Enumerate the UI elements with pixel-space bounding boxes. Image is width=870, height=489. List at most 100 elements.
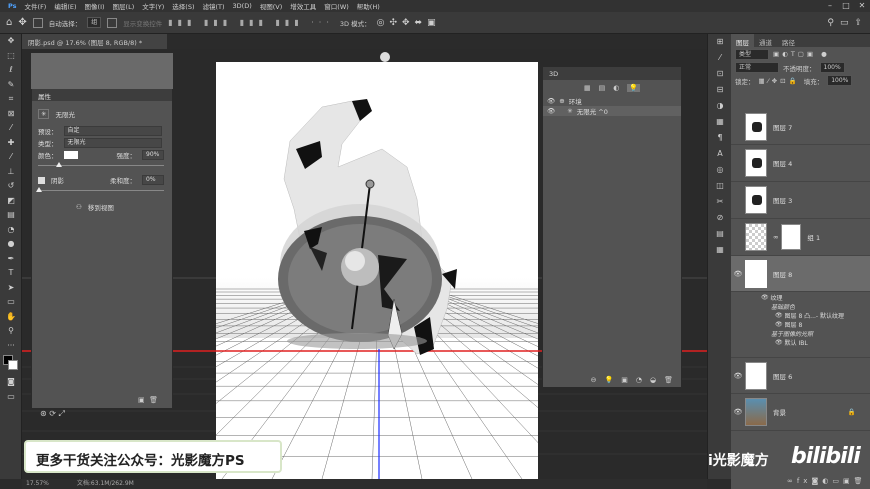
add-light-icon[interactable]: 💡 xyxy=(605,376,614,384)
link-layers-icon[interactable]: ∞ xyxy=(787,477,797,485)
intensity-slider[interactable] xyxy=(38,162,164,167)
eye-icon[interactable]: 👁 xyxy=(547,97,555,105)
tab-layers[interactable]: 图层 xyxy=(731,34,754,47)
share-icon[interactable]: ⇪ xyxy=(854,18,862,28)
more-tools-icon[interactable]: ··· xyxy=(0,339,22,354)
menu-select[interactable]: 选择(S) xyxy=(168,1,198,11)
light-icon[interactable]: ✳ xyxy=(38,109,50,119)
type-dropdown[interactable]: 无限光 xyxy=(63,138,162,148)
3d-item-environment[interactable]: 👁 ⊕ 环境 xyxy=(543,96,681,106)
layer-row-selected[interactable]: 👁 图层 8 xyxy=(731,256,870,292)
hand-icon[interactable]: ✋ xyxy=(0,310,22,325)
layer-row[interactable]: 图层 7 xyxy=(731,109,870,145)
eye-icon[interactable]: 👁 xyxy=(775,321,785,328)
auto-select-dropdown[interactable]: 组 xyxy=(87,17,102,28)
color-swatches[interactable] xyxy=(0,353,22,375)
menu-view[interactable]: 视图(V) xyxy=(256,1,287,11)
new-icon[interactable]: ▣ xyxy=(621,376,628,384)
character-icon[interactable]: A xyxy=(708,146,732,162)
adjustment-icon[interactable]: ◐ xyxy=(822,477,832,485)
trash-icon[interactable]: 🗑 xyxy=(149,396,158,404)
path-select-icon[interactable]: ➤ xyxy=(0,281,22,296)
rectangle-icon[interactable]: ▭ xyxy=(0,295,22,310)
menu-help[interactable]: 帮助(H) xyxy=(353,1,384,11)
blur-icon[interactable]: ◔ xyxy=(0,223,22,238)
menu-layer[interactable]: 图层(L) xyxy=(109,1,139,11)
render-icon[interactable]: ⊖ xyxy=(591,376,597,384)
fx-icon[interactable]: fx xyxy=(797,477,812,485)
brush-settings-icon[interactable]: ⁄ xyxy=(708,50,732,66)
preset-dropdown[interactable]: 自定 xyxy=(63,126,162,136)
layer-row[interactable]: 👁 背景 🔒 xyxy=(731,394,870,431)
close-icon[interactable]: ✕ xyxy=(854,0,870,12)
swatches-icon[interactable]: ▦ xyxy=(708,114,732,130)
tab-channels[interactable]: 通道 xyxy=(754,34,777,47)
color-icon[interactable]: ◑ xyxy=(708,98,732,114)
menu-plugins[interactable]: 增效工具 xyxy=(286,1,320,11)
align-icons[interactable]: ▮▮▮ ▮▮▮ ▮▮▮ ▮▮▮ ··· xyxy=(168,18,334,27)
eye-icon[interactable]: 👁 xyxy=(761,294,771,301)
mesh-icon[interactable]: ◒ xyxy=(650,376,656,384)
visibility-icon[interactable]: 👁 xyxy=(731,270,745,278)
workspace-icon[interactable]: ▭ xyxy=(840,18,849,28)
blend-mode-dropdown[interactable]: 正常 xyxy=(735,62,779,73)
sub-layer8[interactable]: 👁 图层 8 xyxy=(731,320,870,329)
search-icon[interactable]: ⚲ xyxy=(827,18,834,28)
softness-input[interactable]: 0% xyxy=(142,175,164,185)
material-filter-icon[interactable]: ◐ xyxy=(613,84,619,92)
fill-input[interactable]: 100% xyxy=(827,75,853,86)
visibility-icon[interactable]: 👁 xyxy=(731,372,745,380)
clone-source-icon[interactable]: ⊡ xyxy=(708,66,732,82)
menu-window[interactable]: 窗口(W) xyxy=(320,1,353,11)
mesh-filter-icon[interactable]: ▤ xyxy=(599,84,606,92)
sub-textures[interactable]: 👁 纹理 xyxy=(731,293,870,302)
move-tool-icon[interactable]: ✥ xyxy=(18,17,26,28)
menu-filter[interactable]: 滤镜(T) xyxy=(198,1,228,11)
home-icon[interactable]: ⌂ xyxy=(6,17,12,28)
show-transform-checkbox[interactable] xyxy=(107,17,118,28)
lock-icons[interactable]: ▦⁄✥⊡🔒 xyxy=(759,77,800,85)
opacity-input[interactable]: 100% xyxy=(819,62,845,73)
libraries-icon[interactable]: ◫ xyxy=(708,178,732,194)
screen-mode-icon[interactable]: ▭ xyxy=(0,390,22,405)
quick-select-icon[interactable]: ✎ xyxy=(0,78,22,93)
eye-icon[interactable]: 👁 xyxy=(775,339,785,346)
ps-logo[interactable]: Ps xyxy=(4,2,21,10)
paragraph-icon[interactable]: ¶ xyxy=(708,130,732,146)
visibility-icon[interactable]: 👁 xyxy=(731,408,745,416)
dodge-icon[interactable]: ● xyxy=(0,237,22,252)
brush-icon[interactable]: ⁄ xyxy=(0,150,22,165)
info-icon[interactable]: ⊟ xyxy=(708,82,732,98)
eraser-icon[interactable]: ◩ xyxy=(0,194,22,209)
spot-icon[interactable]: ◔ xyxy=(636,376,642,384)
trash-icon[interactable]: 🗑 xyxy=(664,376,673,384)
menu-type[interactable]: 文字(Y) xyxy=(138,1,168,11)
minimize-icon[interactable]: – xyxy=(822,0,838,12)
auto-select-checkbox[interactable] xyxy=(32,17,43,28)
layer-row[interactable]: 👁 图层 6 xyxy=(731,357,870,394)
doc-size[interactable]: 文档:63.1M/262.9M xyxy=(77,479,134,489)
frame-icon[interactable]: ⊠ xyxy=(0,107,22,122)
tab-paths[interactable]: 路径 xyxy=(777,34,800,47)
trash-icon[interactable]: 🗑 xyxy=(854,477,867,485)
gradient-icon[interactable]: ▤ xyxy=(0,208,22,223)
stamp-icon[interactable]: ⊥ xyxy=(0,165,22,180)
group-row[interactable]: ∞ 组 1 xyxy=(731,219,870,256)
softness-slider[interactable] xyxy=(36,187,164,192)
zoom-level[interactable]: 17.57% xyxy=(26,479,49,489)
sub-texture-item[interactable]: 👁 图层 8 凸...- 默认纹理 xyxy=(731,311,870,320)
group-icon[interactable]: ▭ xyxy=(832,477,843,485)
intensity-input[interactable]: 90% xyxy=(142,150,164,160)
layer-row[interactable]: 图层 4 xyxy=(731,145,870,182)
document-tab[interactable]: 阴影.psd @ 17.6% (图层 8, RGB/8) * xyxy=(22,34,167,49)
type-icon[interactable]: T xyxy=(0,266,22,281)
grid-icon[interactable]: ▦ xyxy=(708,242,732,258)
filter-icons[interactable]: ▣◐T▢▣ ● xyxy=(773,50,830,58)
layer-row[interactable]: 图层 3 xyxy=(731,182,870,219)
new-layer-icon[interactable]: ▣ xyxy=(843,477,854,485)
quick-mask-icon[interactable]: ◙ xyxy=(0,375,22,390)
new-icon[interactable]: ▣ xyxy=(138,396,145,404)
history-icon[interactable]: ⊞ xyxy=(708,34,732,50)
eye-icon[interactable]: 👁 xyxy=(547,107,555,115)
menu-file[interactable]: 文件(F) xyxy=(21,1,51,11)
